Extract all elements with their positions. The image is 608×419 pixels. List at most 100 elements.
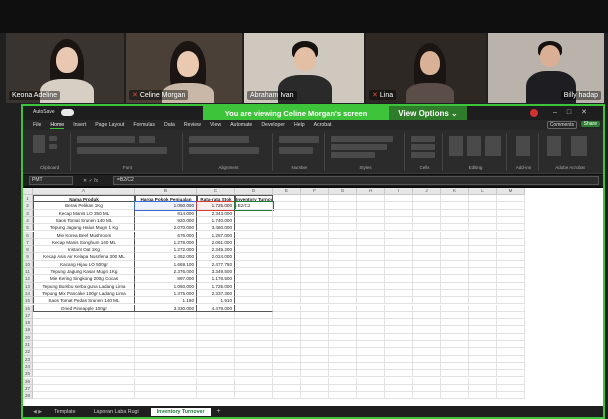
- row-header[interactable]: 13: [23, 282, 33, 290]
- row-header[interactable]: 17: [23, 311, 33, 320]
- grid-cell[interactable]: [413, 195, 441, 203]
- grid-cell[interactable]: [329, 275, 357, 283]
- average-stock-cell[interactable]: 2.061.000: [197, 238, 235, 247]
- grid-cell[interactable]: [497, 355, 525, 363]
- delete-cells-button[interactable]: [411, 144, 435, 150]
- grid-cell[interactable]: [385, 289, 413, 298]
- row-header[interactable]: 26: [23, 377, 33, 385]
- grid-cell[interactable]: [273, 268, 301, 276]
- column-header[interactable]: K: [441, 188, 469, 195]
- column-header[interactable]: D: [235, 188, 273, 195]
- row-header[interactable]: 16: [23, 304, 33, 312]
- cell-styles-button[interactable]: [331, 152, 375, 158]
- row-header[interactable]: 22: [23, 348, 33, 356]
- grid-cell[interactable]: [33, 362, 135, 371]
- grid-cell[interactable]: [135, 311, 197, 320]
- grid-cell[interactable]: [197, 370, 235, 378]
- grid-cell[interactable]: [385, 326, 413, 334]
- column-header[interactable]: F: [301, 188, 329, 195]
- grid-cell[interactable]: [197, 319, 235, 327]
- table-header-cell[interactable]: Nama Produk: [33, 195, 135, 203]
- inventory-turnover-cell[interactable]: [235, 238, 273, 247]
- sort-filter-icon[interactable]: [467, 136, 481, 156]
- grid-cell[interactable]: [441, 231, 469, 239]
- grid-cell[interactable]: [273, 326, 301, 334]
- grid-cell[interactable]: [357, 362, 385, 371]
- grid-cell[interactable]: [273, 348, 301, 356]
- grid-cell[interactable]: [441, 224, 469, 232]
- grid-cell[interactable]: [33, 341, 135, 349]
- grid-cell[interactable]: [329, 297, 357, 305]
- grid-cell[interactable]: [33, 370, 135, 378]
- average-stock-cell[interactable]: 2.343.000: [197, 209, 235, 217]
- grid-cell[interactable]: [413, 297, 441, 305]
- grid-cell[interactable]: [497, 326, 525, 334]
- grid-cell[interactable]: [441, 246, 469, 254]
- format-as-table-button[interactable]: [331, 144, 387, 150]
- grid-cell[interactable]: [357, 319, 385, 327]
- grid-cell[interactable]: [385, 362, 413, 371]
- grid-cell[interactable]: [301, 260, 329, 268]
- grid-cell[interactable]: [357, 224, 385, 232]
- product-name-cell[interactable]: Tepung Mix Pancake 100gr Ladang Lima: [33, 289, 135, 298]
- hpp-cell[interactable]: 3.330.000: [135, 304, 197, 312]
- grid-cell[interactable]: [301, 355, 329, 363]
- grid-cell[interactable]: [497, 370, 525, 378]
- grid-cell[interactable]: [469, 362, 497, 371]
- grid-cell[interactable]: [357, 216, 385, 225]
- grid-cell[interactable]: [273, 253, 301, 261]
- grid-cell[interactable]: [357, 377, 385, 385]
- grid-cell[interactable]: [357, 392, 385, 400]
- grid-cell[interactable]: [497, 362, 525, 371]
- grid-cell[interactable]: [235, 311, 273, 320]
- grid-cell[interactable]: [469, 297, 497, 305]
- menu-acrobat[interactable]: Acrobat: [314, 122, 332, 128]
- grid-cell[interactable]: [413, 333, 441, 341]
- grid-cell[interactable]: [469, 326, 497, 334]
- row-header[interactable]: 28: [23, 392, 33, 400]
- grid-cell[interactable]: [413, 282, 441, 290]
- grid-cell[interactable]: [33, 326, 135, 334]
- hpp-cell[interactable]: 1.375.000: [135, 289, 197, 298]
- grid-cell[interactable]: [469, 238, 497, 247]
- average-stock-cell[interactable]: 2.337.300: [197, 289, 235, 298]
- grid-cell[interactable]: [197, 392, 235, 400]
- grid-cell[interactable]: [385, 377, 413, 385]
- product-name-cell[interactable]: Mie Korea Beef Mushroom: [33, 231, 135, 239]
- window-controls[interactable]: –□✕: [553, 108, 597, 116]
- grid-cell[interactable]: [441, 304, 469, 312]
- grid-cell[interactable]: [385, 224, 413, 232]
- grid-cell[interactable]: [385, 202, 413, 210]
- row-header[interactable]: 8: [23, 246, 33, 254]
- grid-cell[interactable]: [235, 362, 273, 371]
- row-header[interactable]: 20: [23, 333, 33, 341]
- grid-cell[interactable]: [135, 392, 197, 400]
- grid-cell[interactable]: [235, 326, 273, 334]
- sheet-nav-arrows[interactable]: ◀ ▶: [33, 409, 42, 415]
- menu-data[interactable]: Data: [164, 122, 175, 128]
- grid-cell[interactable]: [301, 275, 329, 283]
- grid-cell[interactable]: [413, 348, 441, 356]
- grid-cell[interactable]: [441, 370, 469, 378]
- add-sheet-button[interactable]: +: [217, 408, 221, 415]
- grid-cell[interactable]: [301, 326, 329, 334]
- grid-cell[interactable]: [329, 341, 357, 349]
- grid-cell[interactable]: [497, 341, 525, 349]
- font-size-select[interactable]: [139, 136, 155, 143]
- row-header[interactable]: 5: [23, 224, 33, 232]
- grid-cell[interactable]: [469, 370, 497, 378]
- grid-cell[interactable]: [385, 253, 413, 261]
- average-stock-cell[interactable]: 4.479.000: [197, 304, 235, 312]
- grid-cell[interactable]: [441, 311, 469, 320]
- number-format-select[interactable]: [279, 136, 319, 143]
- grid-cell[interactable]: [273, 362, 301, 371]
- comments-button[interactable]: Comments: [546, 121, 577, 129]
- grid-cell[interactable]: [329, 377, 357, 385]
- grid-cell[interactable]: [273, 370, 301, 378]
- grid-cell[interactable]: [357, 268, 385, 276]
- grid-cell[interactable]: [197, 311, 235, 320]
- grid-cell[interactable]: [385, 333, 413, 341]
- row-header[interactable]: 11: [23, 268, 33, 276]
- grid-cell[interactable]: [413, 319, 441, 327]
- grid-cell[interactable]: [301, 297, 329, 305]
